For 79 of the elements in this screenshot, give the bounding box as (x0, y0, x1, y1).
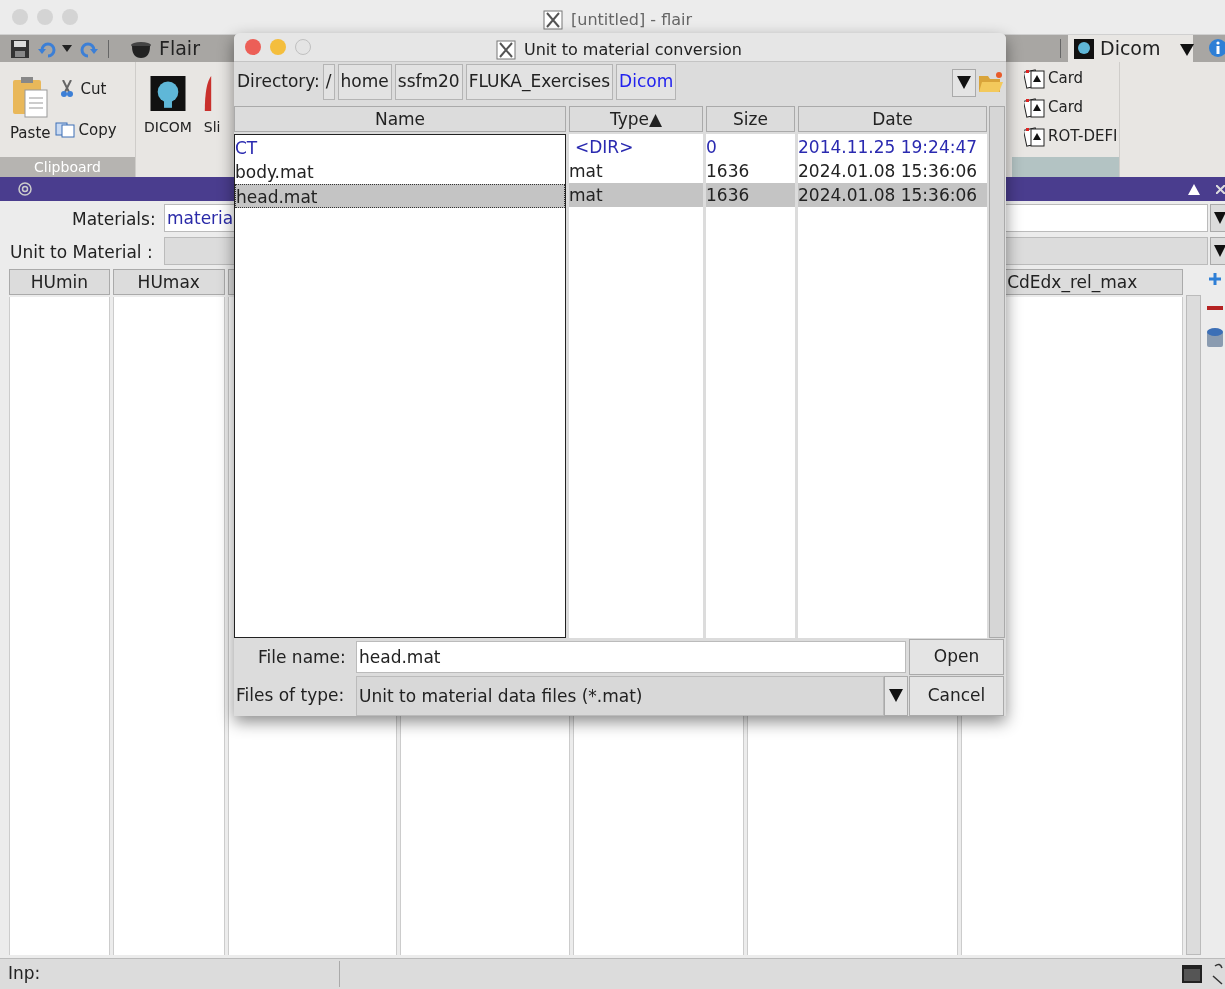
path-button[interactable]: / (322, 63, 335, 100)
file-list-cell[interactable]: head.mat (235, 183, 565, 208)
card-button[interactable]: ROT-DEFI (1024, 124, 1119, 149)
dropdown-button[interactable] (884, 676, 908, 716)
open-button[interactable]: Open (909, 638, 1004, 675)
dropdown-arrow-icon (1214, 245, 1225, 257)
path-button[interactable]: Dicom (616, 63, 677, 100)
resize-grip-icon (1210, 962, 1225, 988)
file-list-cell[interactable]: 2024.01.08 15:36:06 (798, 158, 987, 183)
database-icon[interactable] (1205, 327, 1225, 349)
save-icon[interactable] (10, 38, 30, 59)
dropdown-arrow-icon (889, 689, 903, 703)
x-logo-icon (496, 40, 516, 60)
group-label: Clipboard (0, 157, 135, 177)
playing-cards-icon (1024, 125, 1046, 148)
dropdown-button[interactable] (1210, 237, 1225, 265)
terminal-icon[interactable] (1182, 965, 1202, 983)
file-list-cell[interactable]: body.mat (235, 159, 565, 184)
caret-icon[interactable] (62, 44, 72, 53)
column-header[interactable]: Size (706, 105, 795, 132)
file-name-field[interactable]: head.mat (356, 640, 906, 673)
column-header[interactable]: HUmax (112, 269, 225, 295)
field-label: Unit to Material : (10, 241, 153, 264)
path-button[interactable]: home (337, 63, 392, 100)
cancel-button[interactable]: Cancel (909, 676, 1004, 716)
column-header[interactable]: Type▲ (569, 105, 703, 132)
target-icon (18, 182, 32, 196)
copy-icon (54, 121, 75, 138)
clipboard-icon (11, 76, 50, 118)
field-label: File name: (258, 645, 346, 669)
info-icon[interactable] (1208, 38, 1225, 58)
card-button[interactable]: Card (1024, 66, 1119, 91)
add-icon[interactable] (1207, 271, 1223, 287)
file-list-cell[interactable]: 2014.11.25 19:24:47 (798, 134, 987, 159)
remove-icon[interactable] (1207, 305, 1223, 311)
watermelon-icon (203, 76, 212, 111)
file-type-dropdown[interactable]: Unit to material data files (*.mat) (356, 676, 884, 716)
copy-button[interactable]: Copy (54, 118, 117, 141)
dropdown-arrow-icon[interactable] (1180, 44, 1194, 56)
head-xray-icon (1074, 38, 1094, 59)
file-list-cell[interactable]: mat (569, 182, 703, 207)
field-label: Materials: (72, 208, 156, 231)
scrollbar[interactable] (1186, 295, 1201, 955)
column-header[interactable]: Name (234, 105, 566, 132)
scissors-icon (58, 80, 75, 99)
path-button[interactable]: ssfm20 (394, 63, 463, 100)
scrollbar[interactable] (989, 105, 1005, 638)
file-list-cell[interactable]: 2024.01.08 15:36:06 (798, 182, 987, 207)
flair-tab[interactable]: Flair (129, 34, 200, 63)
file-list-cell[interactable]: 1636 (706, 158, 795, 183)
status-label: Inp: (0, 961, 340, 987)
close-icon[interactable] (1216, 185, 1225, 194)
dropdown-button[interactable] (1210, 204, 1225, 232)
file-list-cell[interactable]: <DIR> (569, 134, 703, 159)
paste-button[interactable]: Paste (10, 76, 51, 157)
field-label: Directory: (236, 69, 320, 93)
file-list-cell[interactable]: 0 (706, 134, 795, 159)
slice-button[interactable]: Sli (203, 76, 221, 138)
dicom-button[interactable]: DICOM (144, 76, 192, 138)
dropdown-arrow-icon (957, 76, 971, 90)
playing-cards-icon (1024, 96, 1046, 119)
cut-button[interactable]: Cut (58, 78, 117, 101)
x-logo-icon (543, 10, 563, 30)
field-label: Files of type: (236, 684, 345, 707)
collapse-arrow-icon[interactable] (1188, 184, 1200, 195)
file-list-cell[interactable]: mat (569, 158, 703, 183)
file-list-cell[interactable]: CT (235, 135, 565, 160)
dicom-tab[interactable]: Dicom (1068, 35, 1193, 62)
card-button[interactable]: Card (1024, 95, 1119, 120)
column-header[interactable]: Date (798, 105, 987, 132)
dropdown-button[interactable] (952, 68, 976, 97)
dialog-title: Unit to material conversion (524, 39, 742, 61)
column-header[interactable]: HUmin (9, 269, 110, 295)
window-title: [untitled] - flair (571, 9, 693, 31)
close-window-button[interactable] (245, 38, 261, 55)
playing-cards-icon (1024, 67, 1046, 90)
path-button[interactable]: FLUKA_Exercises (465, 63, 614, 100)
file-list-cell[interactable]: 1636 (706, 182, 795, 207)
dropdown-arrow-icon (1214, 212, 1225, 224)
